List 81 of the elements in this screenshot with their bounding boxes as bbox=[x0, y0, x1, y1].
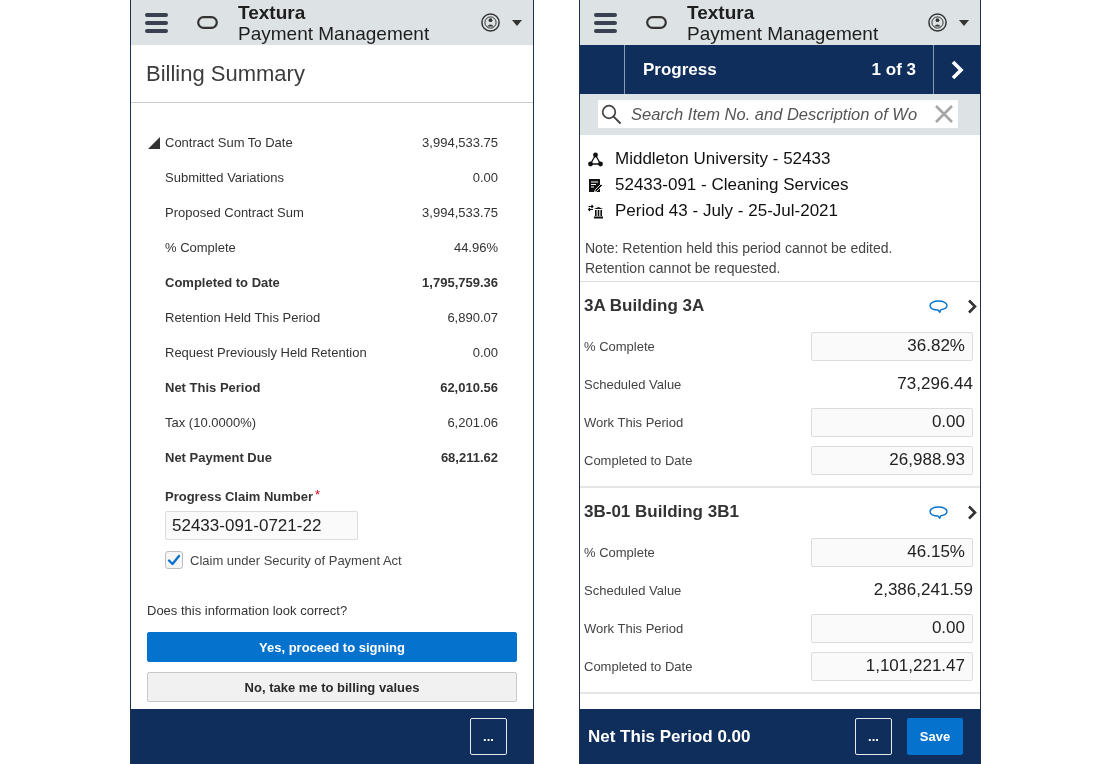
user-icon[interactable] bbox=[481, 13, 500, 32]
page-title: Billing Summary bbox=[146, 60, 305, 87]
hierarchy-icon bbox=[588, 151, 603, 167]
nav-title: Progress bbox=[643, 59, 717, 80]
summary-value: 68,211.62 bbox=[440, 450, 498, 465]
summary-value: 0.00 bbox=[472, 345, 498, 360]
summary-label: Net Payment Due bbox=[165, 450, 272, 465]
field-value: 73,296.44 bbox=[897, 374, 973, 394]
checkbox[interactable] bbox=[165, 551, 183, 569]
note-text: Retention cannot be requested. bbox=[585, 259, 782, 278]
net-total-text: Net This Period 0.00 bbox=[588, 726, 751, 747]
field-label: Progress Claim Number bbox=[165, 489, 314, 505]
expand-triangle-icon[interactable] bbox=[148, 136, 160, 149]
summary-value: 3,994,533.75 bbox=[422, 205, 498, 220]
field-label: Scheduled Value bbox=[584, 376, 682, 392]
back-button[interactable]: No, take me to billing values bbox=[147, 672, 517, 702]
comment-icon[interactable] bbox=[929, 299, 948, 313]
user-icon[interactable] bbox=[928, 13, 947, 32]
field-label: Completed to Date bbox=[584, 658, 693, 674]
proceed-button[interactable]: Yes, proceed to signing bbox=[147, 632, 517, 662]
oval-logo-icon bbox=[646, 16, 667, 29]
chevron-right-icon[interactable] bbox=[967, 504, 977, 520]
summary-label: Completed to Date bbox=[165, 275, 280, 290]
document-edit-icon bbox=[588, 177, 603, 193]
summary-value: 44.96% bbox=[453, 240, 498, 255]
search-icon bbox=[601, 104, 621, 124]
context-text: 52433-091 - Cleaning Services bbox=[615, 175, 849, 195]
summary-value: 6,890.07 bbox=[447, 310, 498, 325]
caret-down-icon[interactable] bbox=[959, 19, 969, 26]
field-label: Scheduled Value bbox=[584, 582, 682, 598]
field-label: Work This Period bbox=[584, 414, 684, 430]
input-field[interactable]: 1,101,221.47 bbox=[811, 651, 973, 681]
page-counter: 1 of 3 bbox=[871, 59, 916, 80]
checkbox-label: Claim under Security of Payment Act bbox=[190, 552, 402, 568]
item-title: 3A Building 3A bbox=[584, 296, 706, 316]
field-label: % Complete bbox=[584, 338, 655, 354]
oval-logo-icon bbox=[197, 16, 218, 29]
summary-value: 0.00 bbox=[472, 170, 498, 185]
field-label: % Complete bbox=[584, 544, 655, 560]
input-field[interactable]: 0.00 bbox=[811, 407, 973, 437]
comment-icon[interactable] bbox=[929, 505, 948, 519]
item-title: 3B-01 Building 3B1 bbox=[584, 502, 740, 522]
summary-label: Submitted Variations bbox=[165, 170, 284, 185]
more-button[interactable]: ... bbox=[855, 718, 892, 755]
brand-name: Textura bbox=[687, 2, 756, 23]
confirm-question: Does this information look correct? bbox=[147, 603, 349, 619]
transfer-bank-icon bbox=[588, 203, 603, 219]
summary-label: Contract Sum To Date bbox=[165, 135, 293, 150]
chevron-right-icon[interactable] bbox=[967, 298, 977, 314]
context-text: Middleton University - 52433 bbox=[615, 149, 831, 169]
summary-label: Retention Held This Period bbox=[165, 310, 321, 325]
field-value: 2,386,241.59 bbox=[873, 580, 973, 600]
summary-value: 6,201.06 bbox=[447, 415, 498, 430]
menu-icon[interactable] bbox=[594, 12, 617, 33]
summary-label: Net This Period bbox=[165, 380, 261, 395]
chevron-right-icon[interactable] bbox=[950, 58, 964, 81]
search-field[interactable]: Search Item No. and Description of Wo bbox=[598, 100, 958, 128]
required-mark: * bbox=[315, 489, 321, 500]
field-label: Work This Period bbox=[584, 620, 684, 636]
field-label: Completed to Date bbox=[584, 452, 693, 468]
summary-value: 3,994,533.75 bbox=[422, 135, 498, 150]
summary-label: Request Previously Held Retention bbox=[165, 345, 367, 360]
input-field[interactable]: 46.15% bbox=[811, 537, 973, 567]
claim-number-field[interactable]: 52433-091-0721-22 bbox=[165, 511, 358, 540]
summary-value: 1,795,759.36 bbox=[422, 275, 498, 290]
brand-name: Textura bbox=[238, 2, 307, 23]
summary-label: Tax (10.0000%) bbox=[165, 415, 257, 430]
input-field[interactable]: 36.82% bbox=[811, 331, 973, 361]
menu-icon[interactable] bbox=[145, 12, 168, 33]
input-field[interactable]: 26,988.93 bbox=[811, 445, 973, 475]
input-field[interactable]: 0.00 bbox=[811, 613, 973, 643]
more-button[interactable]: ... bbox=[470, 718, 507, 755]
save-button[interactable]: Save bbox=[907, 718, 963, 755]
caret-down-icon[interactable] bbox=[512, 19, 522, 26]
note-text: Note: Retention held this period cannot be edited. bbox=[585, 239, 894, 258]
summary-label: Proposed Contract Sum bbox=[165, 205, 304, 220]
summary-label: % Complete bbox=[165, 240, 236, 255]
product-name: Payment Management bbox=[238, 23, 431, 45]
context-text: Period 43 - July - 25-Jul-2021 bbox=[615, 201, 838, 221]
summary-value: 62,010.56 bbox=[440, 380, 498, 395]
product-name: Payment Management bbox=[687, 23, 880, 45]
